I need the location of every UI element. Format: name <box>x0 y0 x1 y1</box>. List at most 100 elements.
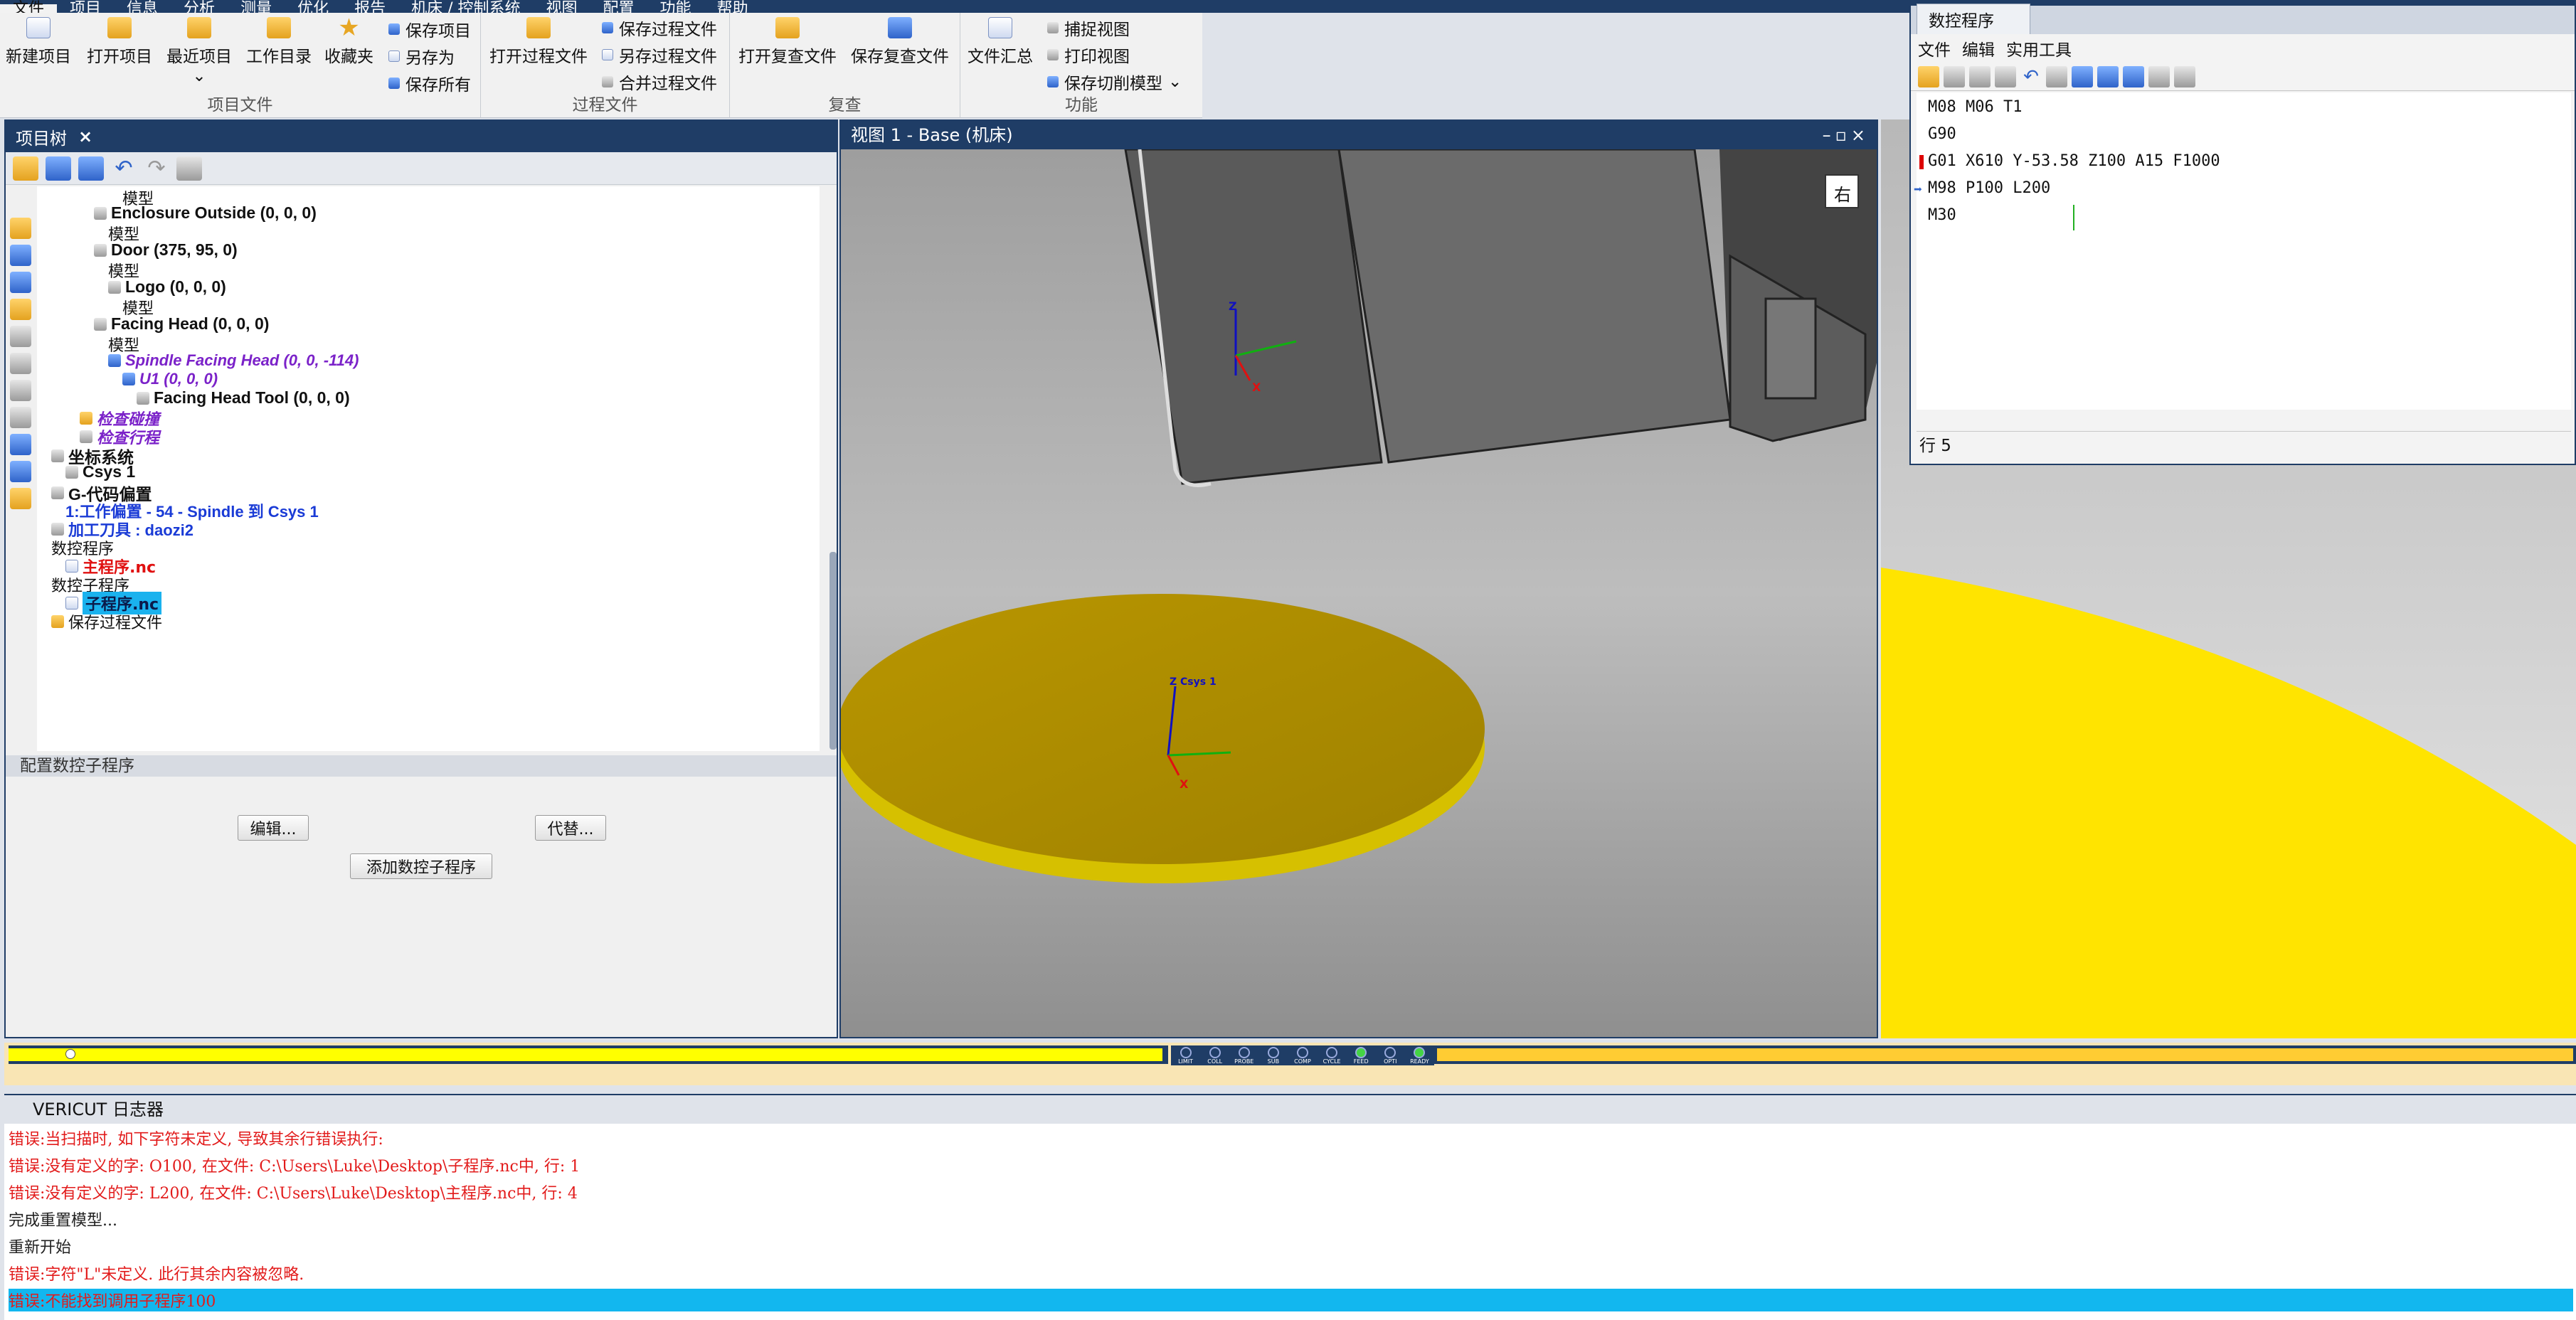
view-cube[interactable]: 右 <box>1825 174 1859 208</box>
new-project-button[interactable]: 新建项目 <box>6 17 71 67</box>
subroutine-icon[interactable] <box>10 461 31 482</box>
tree-node-spindle-facing-head[interactable]: Spindle Facing Head (0, 0, -114) <box>108 351 359 370</box>
menu-project[interactable]: 项目 <box>57 1 114 14</box>
menu-analysis[interactable]: 分析 <box>171 1 228 14</box>
favorites-button[interactable]: ★ 收藏夹 <box>324 16 373 67</box>
gcode-icon <box>51 486 64 499</box>
nc-code-editor[interactable]: M08 M06 T1 G90 G01 X610 Y-53.58 Z100 A15… <box>1914 92 2571 410</box>
tree-node-u1[interactable]: U1 (0, 0, 0) <box>122 370 218 388</box>
recent-project-button[interactable]: 最近项目 ⌄ <box>166 17 232 85</box>
tooling-icon[interactable] <box>10 407 31 428</box>
menu-machine[interactable]: 机床 / 控制系统 <box>398 1 533 14</box>
tree-node-csys1[interactable]: Csys 1 <box>65 462 135 481</box>
menu-measure[interactable]: 测量 <box>228 1 285 14</box>
menu-file[interactable]: 文件 <box>0 1 58 13</box>
open-project-button[interactable]: 打开项目 <box>87 17 152 67</box>
3d-scene[interactable]: 右 Z X Z Csys 1 X <box>841 149 1877 1037</box>
save-review-button[interactable]: 保存复查文件 <box>851 17 949 67</box>
menu-functions[interactable]: 功能 <box>647 1 704 14</box>
progress-slider[interactable] <box>65 1049 75 1059</box>
export-icon[interactable] <box>2148 65 2170 87</box>
refresh-icon[interactable] <box>1918 65 1939 87</box>
svg-text:Z Csys 1: Z Csys 1 <box>1170 676 1217 688</box>
undo-icon[interactable]: ↶ <box>111 156 137 181</box>
nc-line[interactable]: M98 P100 L200 <box>1928 179 2050 197</box>
saveas-button[interactable]: 另存为 <box>388 44 455 68</box>
nc-line[interactable]: M08 M06 T1 <box>1928 98 2022 116</box>
step-forward-icon[interactable] <box>2123 65 2144 87</box>
tree-node-facing-head[interactable]: Facing Head (0, 0, 0) <box>94 314 269 334</box>
tree-scrollbar[interactable] <box>829 552 837 750</box>
led-indicator-icon <box>1180 1047 1192 1058</box>
settings-icon[interactable] <box>176 156 202 181</box>
redo-icon[interactable]: ↷ <box>144 156 169 181</box>
print-icon[interactable] <box>2046 65 2067 87</box>
ribbon: 新建项目 打开项目 最近项目 ⌄ 工作目录 ★ 收藏夹 保存项目 另存为 保存所有 … <box>0 13 1202 118</box>
cut-icon[interactable] <box>1969 65 1991 87</box>
edit-button[interactable]: 编辑... <box>238 815 309 841</box>
menu-config[interactable]: 配置 <box>590 1 647 14</box>
menu-help[interactable]: 帮助 <box>704 1 761 14</box>
nc-line-current[interactable]: M30 <box>1928 206 1956 224</box>
menu-info[interactable]: 信息 <box>114 1 171 14</box>
menu-report[interactable]: 报告 <box>341 1 398 14</box>
nc-menu-edit[interactable]: 编辑 <box>1962 36 1995 60</box>
tree-node-door[interactable]: Door (375, 95, 0) <box>94 240 238 260</box>
save-process-button[interactable]: 保存过程文件 <box>602 16 717 40</box>
nc-line[interactable]: G01 X610 Y-53.58 Z100 A15 F1000 <box>1928 152 2220 170</box>
tab-nc-program[interactable]: 数控程序 <box>1917 4 2030 34</box>
save-process-icon <box>602 22 613 33</box>
ribbon-group-review: 打开复查文件 保存复查文件 复查 <box>730 13 960 118</box>
nc-line[interactable]: G90 <box>1928 125 1956 143</box>
log-line-selected[interactable]: 错误:不能找到调用子程序100 <box>9 1289 2573 1311</box>
workdir-button[interactable]: 工作目录 <box>246 17 312 67</box>
log-title: VERICUT 日志器 <box>4 1095 2576 1124</box>
edit-icon[interactable] <box>1944 65 1965 87</box>
tree-node-facing-head-tool[interactable]: Facing Head Tool (0, 0, 0) <box>137 388 350 408</box>
tool-icon[interactable] <box>13 156 38 181</box>
tree-node-logo[interactable]: Logo (0, 0, 0) <box>108 277 226 297</box>
tree-node-enclosure-outside[interactable]: Enclosure Outside (0, 0, 0) <box>94 203 317 223</box>
copy-icon[interactable] <box>2174 65 2195 87</box>
open-process-button[interactable]: 打开过程文件 <box>489 17 588 67</box>
menu-optimize[interactable]: 优化 <box>285 1 341 14</box>
save-project-button[interactable]: 保存项目 <box>388 17 471 41</box>
csys-icon[interactable] <box>10 353 31 374</box>
undo-icon[interactable]: ↶ <box>2020 66 2042 87</box>
collision-icon[interactable] <box>10 299 31 320</box>
stock-icon[interactable] <box>10 218 31 239</box>
print-view-button[interactable]: 打印视图 <box>1047 43 1130 67</box>
machine-icon[interactable] <box>10 245 31 266</box>
project-tree: 模型 Enclosure Outside (0, 0, 0) 模型 Door (… <box>37 186 820 751</box>
process-file-icon[interactable] <box>10 488 31 509</box>
close-icon[interactable]: × <box>78 127 92 147</box>
tree-node-save-process[interactable]: 保存过程文件 <box>51 610 162 633</box>
window-controls-icon[interactable]: –▫× <box>1823 121 1870 149</box>
group-caption-project: 项目文件 <box>207 96 273 115</box>
menu-view[interactable]: 视图 <box>534 1 590 14</box>
current-line-arrow-icon: ➡ <box>1914 181 1923 198</box>
led-indicator-icon <box>1414 1047 1426 1058</box>
binoculars-icon[interactable] <box>1995 65 2016 87</box>
open-review-button[interactable]: 打开复查文件 <box>738 17 837 67</box>
component-icon[interactable] <box>10 272 31 293</box>
replace-button[interactable]: 代替... <box>535 815 606 841</box>
add-subroutine-button[interactable]: 添加数控子程序 <box>350 853 492 879</box>
save-cut-model-button[interactable]: 保存切削模型 ⌄ <box>1047 70 1182 94</box>
tree-icon[interactable] <box>78 156 104 181</box>
gcode-icon[interactable] <box>10 380 31 401</box>
nc-menu-file[interactable]: 文件 <box>1918 36 1951 60</box>
file-summary-button[interactable]: 文件汇总 <box>968 17 1033 67</box>
nc-menu-utilities[interactable]: 实用工具 <box>2006 36 2072 60</box>
table-icon[interactable] <box>46 156 71 181</box>
split-icon[interactable] <box>2072 65 2093 87</box>
step-back-icon[interactable] <box>2097 65 2119 87</box>
led-label: SUB <box>1267 1058 1280 1065</box>
led-label: CYCLE <box>1323 1058 1341 1065</box>
progress-secondary-fill <box>1437 1048 2573 1061</box>
saveas-process-button[interactable]: 另存过程文件 <box>602 43 717 67</box>
nc-program-icon[interactable] <box>10 434 31 455</box>
merge-process-button[interactable]: 合并过程文件 <box>602 70 717 94</box>
capture-view-button[interactable]: 捕捉视图 <box>1047 16 1130 40</box>
travel-icon[interactable] <box>10 326 31 347</box>
